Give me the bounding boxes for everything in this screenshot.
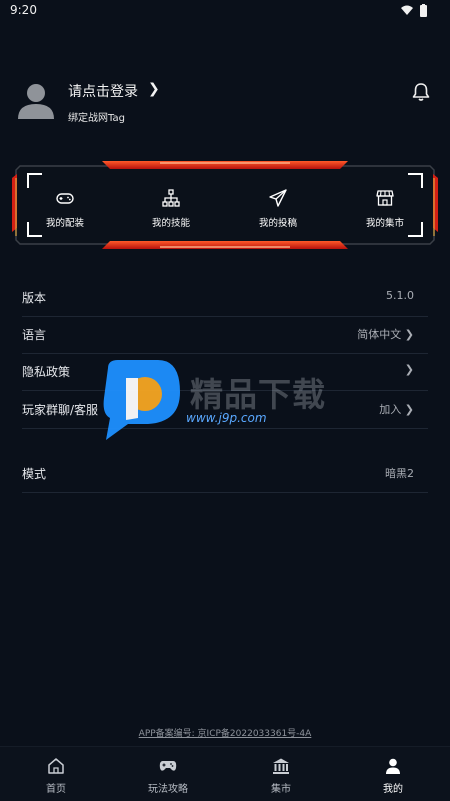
tab-home-label: 首页 xyxy=(46,784,66,795)
icp-record-link[interactable]: APP备案编号: 京ICP备2022033361号-4A xyxy=(0,726,450,739)
my-market-label: 我的集市 xyxy=(365,218,404,229)
hierarchy-icon xyxy=(162,189,180,207)
language-row[interactable]: 语言 简体中文 ❯ xyxy=(22,316,428,354)
watermark-text: 精品下载 xyxy=(190,375,326,414)
privacy-policy-label: 隐私政策 xyxy=(22,365,71,379)
tab-market[interactable]: 集市 xyxy=(246,757,316,795)
my-market-button[interactable]: 我的集市 xyxy=(345,184,425,234)
version-row: 版本 5.1.0 xyxy=(22,279,428,317)
player-group-support-value: 加入 ❯ xyxy=(379,403,414,416)
tab-guides-label: 玩法攻略 xyxy=(148,784,188,795)
gamepad-icon xyxy=(56,193,74,204)
quick-access-banner: 我的配装 我的技能 我的投稿 我的集市 xyxy=(10,158,440,252)
status-time: 9:20 xyxy=(10,3,37,17)
bell-icon[interactable] xyxy=(411,82,431,102)
paper-plane-icon xyxy=(269,189,287,207)
tab-home[interactable]: 首页 xyxy=(21,757,91,795)
chevron-right-icon[interactable]: ❯ xyxy=(148,81,160,97)
player-group-support-label: 玩家群聊/客服 xyxy=(22,403,99,417)
status-bar: 9:20 xyxy=(0,0,450,22)
my-loadouts-button[interactable]: 我的配装 xyxy=(25,184,105,234)
person-icon xyxy=(386,758,400,774)
watermark-logo xyxy=(103,360,180,440)
mode-label: 模式 xyxy=(22,467,47,481)
language-label: 语言 xyxy=(22,328,47,342)
my-posts-button[interactable]: 我的投稿 xyxy=(238,184,318,234)
language-value: 简体中文 ❯ xyxy=(357,328,414,341)
version-value: 5.1.0 xyxy=(386,289,414,302)
watermark-url: www.j9p.com xyxy=(186,411,267,425)
bank-icon xyxy=(273,758,289,774)
tab-guides[interactable]: 玩法攻略 xyxy=(133,757,203,795)
tab-mine[interactable]: 我的 xyxy=(358,757,428,795)
avatar[interactable] xyxy=(16,80,56,120)
my-skills-label: 我的技能 xyxy=(151,218,190,229)
my-skills-button[interactable]: 我的技能 xyxy=(131,184,211,234)
gamepad-icon xyxy=(159,761,177,771)
mode-value: 暗黑2 xyxy=(385,467,414,480)
store-icon xyxy=(376,190,394,206)
my-loadouts-label: 我的配装 xyxy=(45,218,84,229)
tab-market-label: 集市 xyxy=(271,784,291,795)
home-icon xyxy=(48,758,64,774)
mode-row[interactable]: 模式 暗黑2 xyxy=(22,455,428,493)
tab-mine-label: 我的 xyxy=(383,784,403,795)
chevron-right-icon: ❯ xyxy=(404,363,414,376)
my-posts-label: 我的投稿 xyxy=(258,218,297,229)
bind-battlenet-tag[interactable]: 绑定战网Tag xyxy=(68,109,125,124)
wifi-battery-icon xyxy=(401,4,427,17)
version-label: 版本 xyxy=(22,291,47,305)
login-link[interactable]: 请点击登录 xyxy=(68,81,138,101)
bottom-tab-bar: 首页 玩法攻略 集市 我的 xyxy=(0,746,450,801)
